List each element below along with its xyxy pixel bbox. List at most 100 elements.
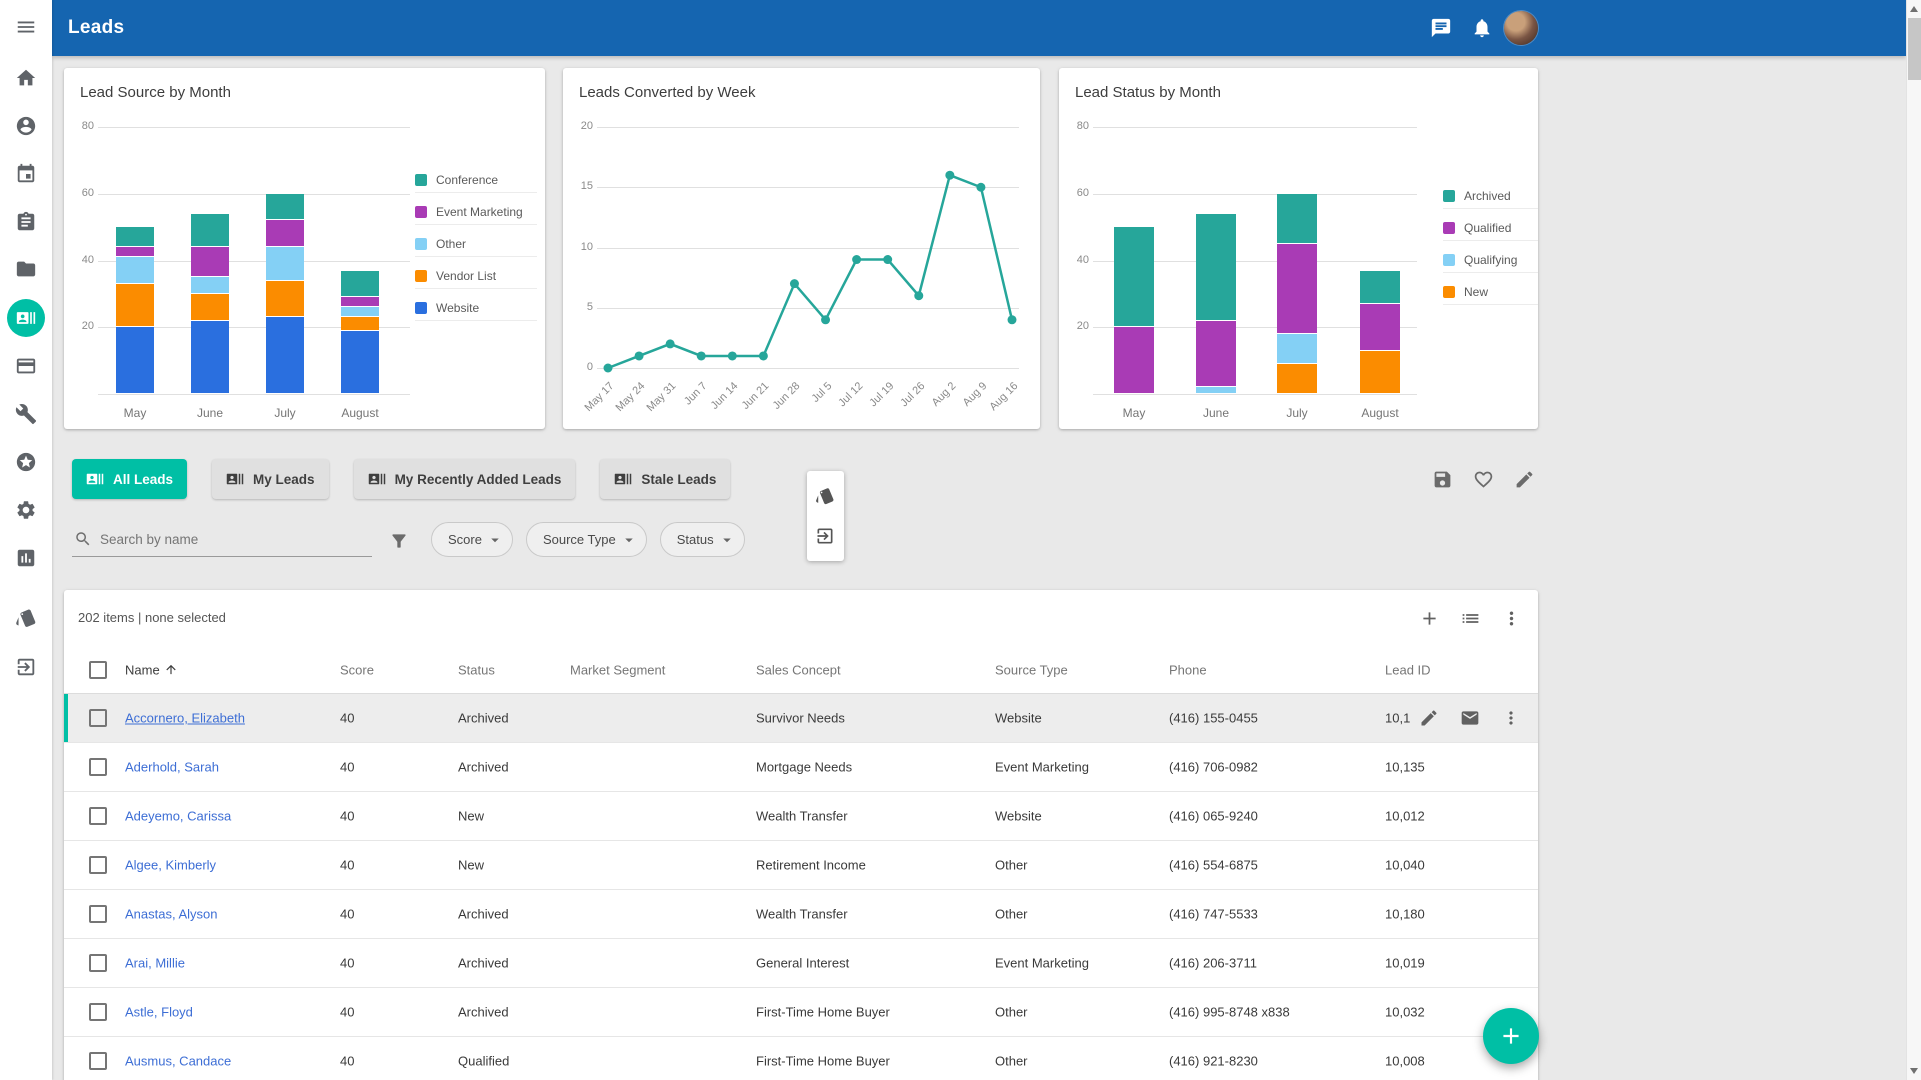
- notifications-button[interactable]: [1462, 8, 1502, 48]
- bar-segment-qualifying: [1196, 387, 1236, 393]
- bar-segment-conference: [341, 271, 379, 297]
- table-row[interactable]: Arai, Millie40ArchivedGeneral InterestEv…: [64, 939, 1538, 988]
- edit-view-button[interactable]: [1504, 459, 1544, 499]
- sidebar-item-tags[interactable]: [6, 598, 46, 638]
- row-checkbox[interactable]: [89, 856, 107, 874]
- sidebar-item-calendar[interactable]: [6, 154, 46, 194]
- axis-tick-label: 0: [565, 361, 593, 373]
- lead-name-link[interactable]: Aderhold, Sarah: [125, 760, 219, 775]
- tags-tool-button[interactable]: [808, 479, 842, 513]
- table-row[interactable]: Astle, Floyd40ArchivedFirst-Time Home Bu…: [64, 988, 1538, 1037]
- scrollbar-thumb[interactable]: [1908, 18, 1921, 80]
- view-tab-my-recently-added-leads[interactable]: My Recently Added Leads: [354, 459, 576, 499]
- add-lead-fab[interactable]: [1483, 1008, 1539, 1064]
- reports-icon: [15, 547, 37, 569]
- scroll-up-arrow-icon[interactable]: [1907, 2, 1921, 17]
- row-checkbox[interactable]: [89, 905, 107, 923]
- column-header-market-segment[interactable]: Market Segment: [570, 662, 665, 677]
- sidebar-item-tasks[interactable]: [6, 202, 46, 242]
- add-item-button[interactable]: [1409, 598, 1449, 638]
- lead-source-type: Event Marketing: [995, 956, 1089, 971]
- lead-sales-concept: Wealth Transfer: [756, 809, 848, 824]
- sidebar-item-folder[interactable]: [6, 249, 46, 289]
- table-row[interactable]: Aderhold, Sarah40ArchivedMortgage NeedsE…: [64, 743, 1538, 792]
- table-row[interactable]: Accornero, Elizabeth40ArchivedSurvivor N…: [64, 694, 1538, 743]
- bar-segment-archived: [1114, 227, 1154, 326]
- sidebar-item-home[interactable]: [6, 58, 46, 98]
- table-more-button[interactable]: [1491, 598, 1531, 638]
- lead-status: New: [458, 858, 484, 873]
- leads-icon: [16, 308, 36, 328]
- view-tab-stale-leads[interactable]: Stale Leads: [600, 459, 730, 499]
- lead-source-type: Website: [995, 809, 1042, 824]
- column-header-source-type[interactable]: Source Type: [995, 662, 1068, 677]
- save-view-button[interactable]: [1422, 459, 1462, 499]
- sidebar-item-reports[interactable]: [6, 538, 46, 578]
- select-all-checkbox[interactable]: [89, 661, 107, 679]
- row-checkbox[interactable]: [89, 1052, 107, 1070]
- vertical-scrollbar[interactable]: [1906, 0, 1921, 1080]
- dropdown-label: Source Type: [543, 532, 616, 547]
- sidebar-item-billing[interactable]: [6, 346, 46, 386]
- lead-name-link[interactable]: Anastas, Alyson: [125, 907, 218, 922]
- lead-name-link[interactable]: Arai, Millie: [125, 956, 185, 971]
- column-header-name[interactable]: Name: [125, 662, 178, 677]
- lead-sales-concept: First-Time Home Buyer: [756, 1054, 890, 1069]
- row-checkbox[interactable]: [89, 807, 107, 825]
- column-header-phone[interactable]: Phone: [1169, 662, 1207, 677]
- legend-swatch: [1443, 286, 1455, 298]
- user-avatar[interactable]: [1504, 11, 1538, 45]
- row-more-button[interactable]: [1494, 701, 1528, 735]
- column-header-sales-concept[interactable]: Sales Concept: [756, 662, 841, 677]
- filter-dropdown-source-type[interactable]: Source Type: [526, 522, 647, 557]
- lead-source-type: Other: [995, 907, 1028, 922]
- chevron-down-icon: [486, 531, 504, 549]
- column-header-lead-id[interactable]: Lead ID: [1385, 662, 1431, 677]
- lead-name-link[interactable]: Ausmus, Candace: [125, 1054, 231, 1069]
- sidebar-item-favorites[interactable]: [6, 442, 46, 482]
- lead-id: 10,032: [1385, 1005, 1425, 1020]
- chart-gridline: [1093, 394, 1417, 395]
- list-view-button[interactable]: [1450, 598, 1490, 638]
- search-input[interactable]: [100, 524, 362, 554]
- menu-button[interactable]: [6, 7, 46, 47]
- table-row[interactable]: Ausmus, Candace40QualifiedFirst-Time Hom…: [64, 1037, 1538, 1080]
- items-summary: 202 items | none selected: [78, 590, 226, 646]
- lead-name-link[interactable]: Algee, Kimberly: [125, 858, 216, 873]
- row-mail-button[interactable]: [1453, 701, 1487, 735]
- scroll-down-arrow-icon[interactable]: [1907, 1063, 1921, 1078]
- table-row[interactable]: Algee, Kimberly40NewRetirement IncomeOth…: [64, 841, 1538, 890]
- legend-item-other: Other: [415, 231, 537, 257]
- sidebar-item-leads[interactable]: [7, 299, 45, 337]
- row-checkbox[interactable]: [89, 758, 107, 776]
- column-header-label: Source Type: [995, 662, 1068, 677]
- chart-gridline: [98, 194, 410, 195]
- legend-label: Qualifying: [1464, 253, 1517, 267]
- favorite-view-button[interactable]: [1463, 459, 1503, 499]
- column-header-status[interactable]: Status: [458, 662, 495, 677]
- sidebar-item-exit[interactable]: [6, 647, 46, 687]
- lead-name-link[interactable]: Adeyemo, Carissa: [125, 809, 231, 824]
- lead-phone: (416) 921-8230: [1169, 1054, 1258, 1069]
- messages-button[interactable]: [1421, 8, 1461, 48]
- filter-button[interactable]: [379, 521, 419, 561]
- legend-item-website: Website: [415, 295, 537, 321]
- table-row[interactable]: Anastas, Alyson40ArchivedWealth Transfer…: [64, 890, 1538, 939]
- filter-dropdown-status[interactable]: Status: [660, 522, 745, 557]
- lead-name-link[interactable]: Astle, Floyd: [125, 1005, 193, 1020]
- row-checkbox[interactable]: [89, 709, 107, 727]
- sidebar-item-tools[interactable]: [6, 394, 46, 434]
- filter-dropdown-score[interactable]: Score: [431, 522, 513, 557]
- leads-icon: [226, 470, 244, 488]
- column-header-score[interactable]: Score: [340, 662, 374, 677]
- table-row[interactable]: Adeyemo, Carissa40NewWealth TransferWebs…: [64, 792, 1538, 841]
- lead-name-link[interactable]: Accornero, Elizabeth: [125, 711, 245, 726]
- row-checkbox[interactable]: [89, 954, 107, 972]
- row-edit-button[interactable]: [1412, 701, 1446, 735]
- sidebar-item-account[interactable]: [6, 106, 46, 146]
- sidebar-item-settings[interactable]: [6, 490, 46, 530]
- view-tab-all-leads[interactable]: All Leads: [72, 459, 187, 499]
- view-tab-my-leads[interactable]: My Leads: [212, 459, 329, 499]
- export-tool-button[interactable]: [808, 519, 842, 553]
- row-checkbox[interactable]: [89, 1003, 107, 1021]
